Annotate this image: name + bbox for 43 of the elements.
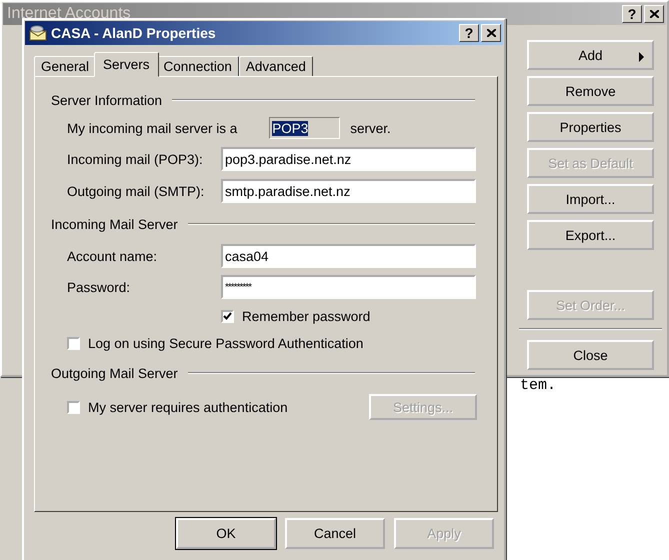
field-label: Password: bbox=[67, 280, 132, 294]
tab[interactable]: Servers bbox=[94, 52, 159, 77]
password-field[interactable]: ********* bbox=[221, 275, 476, 299]
dialog-button[interactable]: OK bbox=[176, 518, 276, 549]
checkbox-label: Remember password bbox=[242, 308, 370, 324]
section-title: Server Information bbox=[51, 92, 162, 108]
dialog-button[interactable]: Cancel bbox=[285, 518, 385, 549]
background-text: tem. bbox=[520, 378, 556, 394]
push-button[interactable]: Remove bbox=[527, 76, 654, 106]
help-button[interactable]: ? bbox=[459, 24, 479, 42]
checkbox[interactable] bbox=[221, 310, 234, 322]
arrow-icon bbox=[639, 52, 644, 62]
menu-button[interactable]: Add bbox=[527, 40, 654, 70]
input-field[interactable]: smtp.paradise.net.nz bbox=[221, 179, 476, 203]
input-field[interactable]: pop3.paradise.net.nz bbox=[221, 147, 476, 171]
checkbox-label: My server requires authentication bbox=[88, 400, 288, 414]
field-label: Account name: bbox=[67, 248, 158, 264]
tab[interactable]: General bbox=[34, 56, 96, 77]
push-button[interactable]: Close bbox=[527, 340, 654, 370]
close-button[interactable] bbox=[481, 24, 501, 42]
field-label: server. bbox=[350, 120, 391, 136]
field-label: Outgoing mail (SMTP): bbox=[67, 184, 206, 198]
close-button[interactable] bbox=[644, 5, 664, 23]
window-title: CASA - AlanD Properties bbox=[51, 25, 217, 41]
tab[interactable]: Advanced bbox=[238, 56, 313, 77]
field-label: My incoming mail server is a bbox=[67, 120, 238, 136]
input-field[interactable]: casa04 bbox=[221, 244, 476, 268]
checkbox[interactable] bbox=[67, 336, 80, 350]
close-icon bbox=[650, 10, 658, 18]
push-button[interactable]: Properties bbox=[527, 112, 654, 142]
close-icon bbox=[486, 29, 496, 37]
section-title: Incoming Mail Server bbox=[51, 216, 178, 232]
help-button[interactable]: ? bbox=[622, 5, 642, 23]
tab[interactable]: Connection bbox=[156, 56, 239, 77]
push-button[interactable]: Import... bbox=[527, 184, 654, 214]
window-title: Internet Accounts bbox=[7, 5, 132, 23]
field-label: Incoming mail (POP3): bbox=[67, 152, 204, 166]
envelope-icon bbox=[29, 25, 47, 41]
server-type-field: POP3 bbox=[269, 117, 340, 139]
push-button[interactable]: Export... bbox=[527, 220, 654, 250]
section-title: Outgoing Mail Server bbox=[51, 366, 178, 380]
checkbox-label: Log on using Secure Password Authentication bbox=[88, 336, 364, 350]
checkbox[interactable] bbox=[67, 400, 80, 414]
